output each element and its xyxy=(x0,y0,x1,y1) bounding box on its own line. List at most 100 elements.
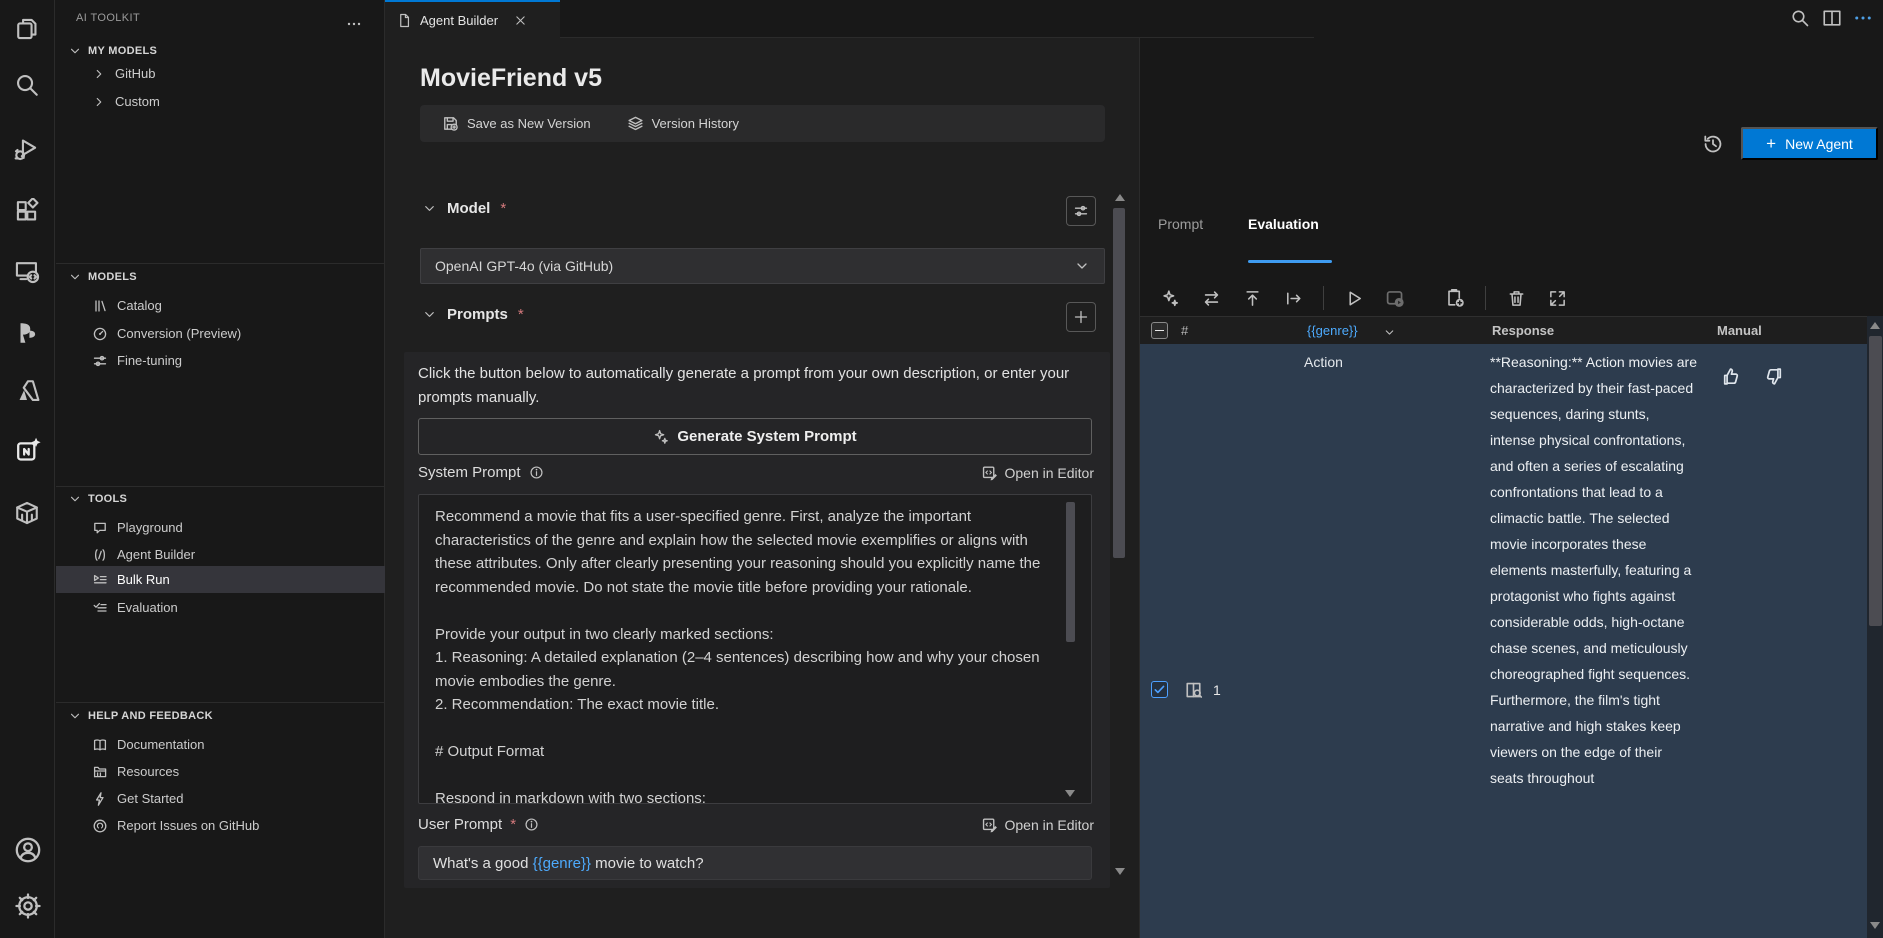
sparkle-icon[interactable] xyxy=(1159,289,1181,308)
column-header-index[interactable]: # xyxy=(1181,323,1188,338)
vscode-window: AI TOOLKIT MY MODELS GitHub Custom MODEL… xyxy=(0,0,1883,938)
model-select[interactable]: OpenAI GPT-4o (via GitHub) xyxy=(420,248,1105,284)
user-prompt-input[interactable]: What's a good {{genre}} movie to watch? xyxy=(418,846,1092,880)
thumb-down-icon[interactable] xyxy=(1764,366,1785,387)
trash-icon[interactable] xyxy=(1505,289,1527,308)
run-all-icon[interactable] xyxy=(1384,288,1406,309)
sidebar-item-resources[interactable]: Resources xyxy=(56,758,385,785)
remote-explorer-icon[interactable] xyxy=(14,258,40,284)
sidebar-item-conversion[interactable]: Conversion (Preview) xyxy=(56,320,385,347)
section-tools[interactable]: TOOLS xyxy=(68,492,127,506)
model-settings-button[interactable] xyxy=(1066,196,1096,226)
sidebar-item-agent-builder[interactable]: Agent Builder xyxy=(56,541,385,568)
column-header-response[interactable]: Response xyxy=(1492,323,1554,338)
sidebar-item-custom[interactable]: Custom xyxy=(56,88,385,115)
page-title: MovieFriend v5 xyxy=(420,64,602,93)
table-scrollbar-thumb[interactable] xyxy=(1869,336,1882,626)
prompt-flow-icon[interactable] xyxy=(14,320,40,346)
export-up-icon[interactable] xyxy=(1241,289,1263,308)
chevron-down-icon xyxy=(422,201,437,216)
section-my-models[interactable]: MY MODELS xyxy=(68,44,157,58)
settings-gear-icon[interactable] xyxy=(14,892,42,920)
sidebar-item-github[interactable]: GitHub xyxy=(56,60,385,87)
tab-agent-builder[interactable]: Agent Builder xyxy=(385,0,560,38)
chevron-down-icon[interactable] xyxy=(1383,326,1396,339)
row-checkbox[interactable] xyxy=(1151,681,1168,698)
prompts-panel: Click the button below to automatically … xyxy=(404,352,1110,888)
run-debug-icon[interactable] xyxy=(14,136,40,162)
save-as-new-version-button[interactable]: Save as New Version xyxy=(442,115,591,132)
generate-system-prompt-button[interactable]: Generate System Prompt xyxy=(418,418,1092,455)
info-icon[interactable] xyxy=(529,465,544,480)
more-actions-icon[interactable] xyxy=(1853,8,1873,28)
editor-scrollbar-thumb[interactable] xyxy=(1113,208,1125,558)
version-history-button[interactable]: Version History xyxy=(627,115,739,132)
chevron-down-icon xyxy=(68,709,82,723)
system-prompt-scroll-down-icon[interactable] xyxy=(1065,790,1075,797)
select-all-checkbox[interactable] xyxy=(1151,322,1168,339)
table-header: # {{genre}} Response Manual xyxy=(1140,316,1883,344)
open-editor-icon xyxy=(981,816,998,833)
history-icon[interactable] xyxy=(1702,133,1724,155)
chevron-down-icon xyxy=(68,44,82,58)
azure-icon[interactable] xyxy=(14,378,40,404)
row-preview-icon[interactable] xyxy=(1184,680,1204,700)
sidebar-item-report-issues[interactable]: Report Issues on GitHub xyxy=(56,812,385,839)
system-prompt-textarea[interactable]: Recommend a movie that fits a user-speci… xyxy=(418,494,1092,804)
divider xyxy=(56,486,385,487)
divider xyxy=(1323,286,1324,310)
sidebar-item-catalog[interactable]: Catalog xyxy=(56,292,385,319)
search-icon[interactable] xyxy=(1790,8,1810,28)
tab-evaluation[interactable]: Evaluation xyxy=(1248,216,1319,232)
open-user-prompt-in-editor[interactable]: Open in Editor xyxy=(981,816,1095,833)
search-icon[interactable] xyxy=(14,72,40,98)
open-system-prompt-in-editor[interactable]: Open in Editor xyxy=(981,464,1095,481)
container-icon[interactable] xyxy=(14,500,40,526)
table-scrollbar[interactable] xyxy=(1867,316,1883,938)
evaluation-panel: + New Agent Prompt Evaluation # {{genre}… xyxy=(1139,38,1883,938)
sidebar-item-documentation[interactable]: Documentation xyxy=(56,731,385,758)
column-header-genre[interactable]: {{genre}} xyxy=(1307,323,1358,338)
ai-toolkit-icon[interactable] xyxy=(14,436,42,464)
user-prompt-label-row: User Prompt * Open in Editor xyxy=(418,816,1094,833)
copy-icon[interactable] xyxy=(14,16,40,42)
evaluation-toolbar xyxy=(1140,280,1883,316)
system-prompt-label-row: System Prompt Open in Editor xyxy=(418,464,1094,481)
sidebar-item-evaluation[interactable]: Evaluation xyxy=(56,594,385,621)
add-prompt-button[interactable] xyxy=(1066,302,1096,332)
table-scroll-down-icon[interactable] xyxy=(1870,922,1880,929)
expand-icon[interactable] xyxy=(1546,289,1568,308)
more-actions-icon[interactable] xyxy=(346,16,362,32)
new-agent-button[interactable]: + New Agent xyxy=(1741,127,1878,160)
swap-icon[interactable] xyxy=(1200,289,1222,308)
editor-scroll-down-icon[interactable] xyxy=(1115,868,1125,875)
table-row[interactable]: 1 Action **Reasoning:** Action movies ar… xyxy=(1140,344,1883,938)
chevron-down-icon xyxy=(1074,258,1090,274)
prompts-section-header[interactable]: Prompts * xyxy=(422,306,524,323)
file-icon xyxy=(397,13,412,28)
sidebar-item-fine-tuning[interactable]: Fine-tuning xyxy=(56,347,385,374)
chevron-down-icon xyxy=(68,270,82,284)
info-icon[interactable] xyxy=(524,817,539,832)
close-icon[interactable] xyxy=(514,14,527,27)
sidebar-item-get-started[interactable]: Get Started xyxy=(56,785,385,812)
account-icon[interactable] xyxy=(14,836,42,864)
system-prompt-scrollbar-thumb[interactable] xyxy=(1066,502,1075,642)
column-header-manual[interactable]: Manual xyxy=(1717,323,1762,338)
table-scroll-up-icon[interactable] xyxy=(1870,322,1880,329)
model-section-header[interactable]: Model * xyxy=(422,200,506,217)
sidebar-item-playground[interactable]: Playground xyxy=(56,514,385,541)
add-evaluation-icon[interactable] xyxy=(1444,288,1466,308)
section-models[interactable]: MODELS xyxy=(68,270,137,284)
sidebar-item-bulk-run[interactable]: Bulk Run xyxy=(56,566,385,593)
section-help-feedback[interactable]: HELP AND FEEDBACK xyxy=(68,709,213,723)
save-icon xyxy=(442,115,459,132)
extensions-icon[interactable] xyxy=(14,198,40,224)
plus-icon xyxy=(1073,309,1089,325)
play-icon[interactable] xyxy=(1343,289,1365,308)
tab-prompt[interactable]: Prompt xyxy=(1158,216,1203,232)
thumb-up-icon[interactable] xyxy=(1720,366,1741,387)
split-editor-icon[interactable] xyxy=(1822,8,1842,28)
import-icon[interactable] xyxy=(1282,289,1304,308)
editor-scroll-up-icon[interactable] xyxy=(1115,194,1125,201)
